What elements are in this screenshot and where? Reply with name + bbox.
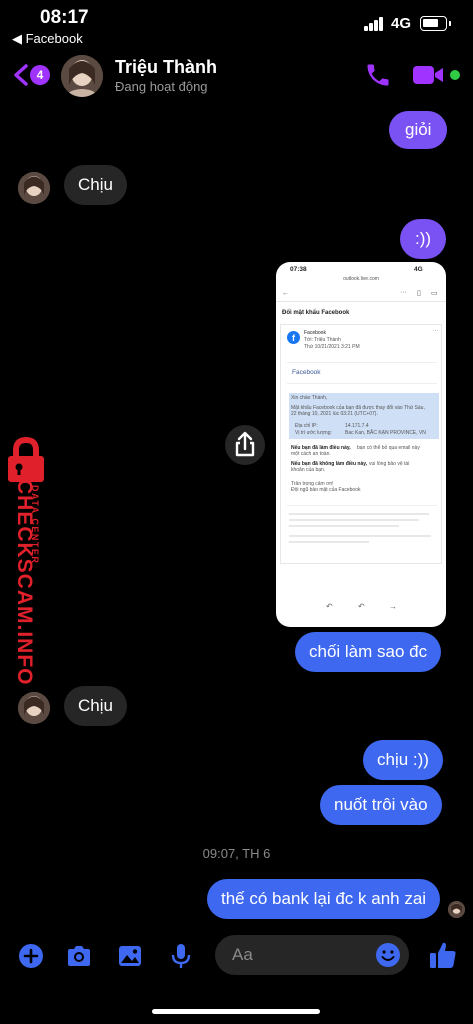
- signal-icon: [364, 17, 384, 31]
- home-indicator: [152, 1009, 320, 1014]
- facebook-logo-icon: f: [287, 331, 300, 344]
- battery-icon: [420, 16, 451, 31]
- contact-avatar-small[interactable]: [18, 692, 50, 724]
- phone-call-icon[interactable]: [364, 61, 392, 89]
- message-timestamp: 09:07, TH 6: [202, 846, 271, 861]
- emoji-icon[interactable]: [375, 942, 401, 968]
- attachment-status-bar: 07:38 4G: [290, 266, 423, 273]
- microphone-icon[interactable]: [167, 942, 195, 970]
- contact-name[interactable]: Triệu Thành: [115, 57, 217, 78]
- plus-icon[interactable]: [17, 942, 45, 970]
- message-outgoing[interactable]: giỏi: [389, 111, 448, 149]
- message-outgoing[interactable]: chối làm sao đc: [295, 632, 442, 672]
- watermark-subtitle: DATA CENTER: [30, 485, 40, 565]
- share-icon: [235, 431, 255, 457]
- contact-avatar[interactable]: [61, 55, 103, 97]
- attachment-toolbar: ← ··· ▯ ▭: [276, 288, 446, 302]
- camera-icon[interactable]: [65, 942, 93, 970]
- thumbs-up-icon[interactable]: [428, 940, 458, 970]
- back-to-facebook-link[interactable]: ◀ Facebook: [12, 31, 83, 47]
- video-call-icon[interactable]: [412, 64, 444, 86]
- contact-status: Đang hoạt động: [115, 79, 208, 94]
- seen-indicator-avatar: [448, 901, 465, 918]
- attachment-url: outlook.live.com: [343, 276, 379, 282]
- attachment-footer: ↶ ↶ →: [326, 602, 397, 611]
- attachment-subject: Đổi mật khẩu Facebook: [282, 310, 350, 316]
- message-outgoing[interactable]: chịu :)): [363, 740, 443, 780]
- message-outgoing[interactable]: thế có bank lại đc k anh zai: [207, 879, 441, 919]
- unread-badge: 4: [30, 65, 50, 85]
- online-indicator: [450, 70, 460, 80]
- message-outgoing[interactable]: nuốt trôi vào: [320, 785, 442, 825]
- chat-header: 4 Triệu Thành Đang hoạt động: [0, 52, 473, 102]
- back-chevron-icon[interactable]: [12, 64, 30, 86]
- clock: 08:17: [40, 7, 89, 28]
- contact-avatar-small[interactable]: [18, 172, 50, 204]
- gallery-icon[interactable]: [116, 942, 144, 970]
- lock-icon: [8, 436, 44, 482]
- image-attachment[interactable]: 07:38 4G outlook.live.com ← ··· ▯ ▭ Đổi …: [276, 262, 446, 627]
- message-composer: [0, 930, 473, 982]
- message-incoming[interactable]: Chịu: [64, 686, 127, 726]
- status-bar: 08:17 ◀ Facebook 4G: [0, 0, 473, 52]
- share-button[interactable]: [225, 425, 265, 465]
- attachment-email: f Facebook Tới: Triệu Thành Thứ 10/21/20…: [280, 324, 442, 564]
- message-outgoing[interactable]: :)): [400, 219, 447, 259]
- message-incoming[interactable]: Chịu: [64, 165, 127, 205]
- network-type: 4G: [391, 15, 412, 32]
